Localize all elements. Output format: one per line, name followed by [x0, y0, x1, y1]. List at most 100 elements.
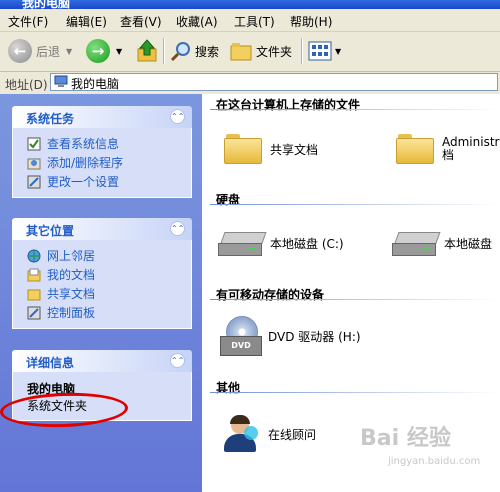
address-label: 地址(D)	[5, 78, 48, 92]
dvd-badge: DVD	[220, 336, 262, 356]
hard-disk-icon	[218, 230, 267, 256]
address-value: 我的电脑	[71, 77, 120, 91]
forward-button[interactable]: → ▼	[86, 38, 122, 64]
details-panel: 详细信息 ⌃⌃ 我的电脑 系统文件夹	[12, 350, 192, 421]
forward-arrow-icon: →	[86, 39, 110, 63]
place-label: 网上邻居	[47, 249, 96, 263]
menu-edit[interactable]: 编辑(E)	[66, 13, 107, 30]
details-header[interactable]: 详细信息 ⌃⌃	[12, 350, 192, 372]
add-remove-programs-icon	[27, 158, 41, 169]
search-button[interactable]: 搜索	[170, 38, 219, 64]
control-panel-icon	[27, 175, 41, 188]
section-stored-files: 在这台计算机上存储的文件	[216, 98, 361, 112]
collapse-chevron-icon[interactable]: ⌃⌃	[170, 221, 185, 236]
control-panel-icon	[27, 306, 41, 319]
up-folder-icon	[137, 39, 157, 62]
menu-view[interactable]: 查看(V)	[120, 13, 162, 30]
address-bar: 地址(D) 我的电脑	[0, 72, 500, 95]
task-pane: 系统任务 ⌃⌃ 查看系统信息 添加/删除程序 更改一个设置 其它位置 ⌃⌃ 网上…	[0, 94, 202, 492]
task-label: 更改一个设置	[47, 175, 120, 189]
admin-documents-folder[interactable]: Administra 档	[396, 134, 500, 164]
back-button[interactable]: ← 后退 ▼	[8, 38, 72, 64]
online-advisor[interactable]: 在线顾问	[220, 414, 316, 454]
task-view-system-info[interactable]: 查看系统信息	[13, 134, 191, 153]
other-places-header[interactable]: 其它位置 ⌃⌃	[12, 218, 192, 240]
system-info-icon	[27, 137, 41, 150]
task-label: 查看系统信息	[47, 137, 120, 151]
system-tasks-body: 查看系统信息 添加/删除程序 更改一个设置	[12, 128, 192, 198]
search-icon	[170, 42, 190, 62]
section-hard-disks: 硬盘	[216, 193, 241, 207]
forward-dropdown-icon[interactable]: ▼	[116, 47, 122, 56]
watermark-url: jingyan.baidu.com	[388, 456, 481, 467]
place-my-documents[interactable]: 我的文档	[13, 265, 191, 284]
views-dropdown-icon: ▼	[335, 46, 342, 56]
folders-button[interactable]: 文件夹	[230, 38, 292, 64]
other-places-title: 其它位置	[26, 224, 75, 238]
back-label: 后退	[36, 44, 61, 59]
shared-documents-folder[interactable]: 共享文档	[224, 134, 318, 164]
watermark-logo: Bai 经验	[360, 426, 451, 451]
task-change-setting[interactable]: 更改一个设置	[13, 172, 191, 191]
title-bar: 我的电脑	[0, 0, 500, 9]
collapse-chevron-icon[interactable]: ⌃⌃	[170, 109, 185, 124]
toolbar-separator	[301, 38, 303, 64]
place-label: 控制面板	[47, 306, 96, 320]
menu-help[interactable]: 帮助(H)	[290, 13, 332, 30]
dvd-drive[interactable]: DVD DVD 驱动器 (H:)	[220, 316, 361, 356]
system-tasks-title: 系统任务	[26, 112, 75, 126]
window-title: 我的电脑	[22, 0, 71, 9]
item-label: 本地磁盘 (C:)	[270, 236, 344, 251]
online-advisor-icon	[220, 414, 260, 454]
item-label: 在线顾问	[268, 427, 317, 442]
dvd-drive-icon: DVD	[220, 316, 262, 356]
up-folder-button[interactable]	[136, 38, 158, 64]
folder-icon	[396, 134, 434, 164]
place-shared-documents[interactable]: 共享文档	[13, 284, 191, 303]
back-arrow-icon: ←	[8, 39, 32, 63]
details-name: 我的电脑	[27, 382, 76, 396]
network-globe-icon	[27, 249, 41, 262]
item-label: DVD 驱动器 (H:)	[268, 329, 361, 344]
item-label: Administra 档	[442, 135, 500, 162]
collapse-chevron-icon[interactable]: ⌃⌃	[170, 353, 185, 368]
shared-folder-icon	[27, 289, 41, 300]
computer-icon	[54, 75, 68, 87]
place-network[interactable]: 网上邻居	[13, 246, 191, 265]
system-tasks-header[interactable]: 系统任务 ⌃⌃	[12, 106, 192, 128]
menu-tools[interactable]: 工具(T)	[234, 13, 275, 30]
details-body: 我的电脑 系统文件夹	[12, 372, 192, 421]
task-label: 添加/删除程序	[47, 156, 124, 170]
toolbar-separator	[163, 38, 165, 64]
back-dropdown-icon[interactable]: ▼	[66, 47, 72, 56]
views-button[interactable]: ▼	[308, 38, 341, 64]
place-label: 我的文档	[47, 268, 96, 282]
place-control-panel[interactable]: 控制面板	[13, 303, 191, 322]
section-other: 其他	[216, 381, 241, 395]
folder-icon	[230, 43, 252, 61]
section-divider	[210, 109, 500, 110]
task-add-remove-programs[interactable]: 添加/删除程序	[13, 153, 191, 172]
address-input[interactable]: 我的电脑	[50, 73, 498, 91]
section-divider	[210, 204, 500, 205]
item-label: 共享文档	[270, 142, 319, 157]
local-disk-d[interactable]: 本地磁盘	[392, 230, 492, 256]
folders-label: 文件夹	[256, 44, 293, 59]
place-label: 共享文档	[47, 287, 96, 301]
content-pane: 在这台计算机上存储的文件 共享文档 Administra 档 硬盘 本地磁盘 (…	[202, 94, 500, 492]
section-divider	[210, 299, 500, 300]
hard-disk-icon	[392, 230, 441, 256]
toolbar: ← 后退 ▼ → ▼ 搜索 文件夹 ▼	[0, 32, 500, 72]
folder-icon	[224, 134, 262, 164]
details-title: 详细信息	[26, 356, 75, 370]
local-disk-c[interactable]: 本地磁盘 (C:)	[218, 230, 344, 256]
system-tasks-panel: 系统任务 ⌃⌃ 查看系统信息 添加/删除程序 更改一个设置	[12, 106, 192, 198]
menu-file[interactable]: 文件(F)	[8, 13, 48, 30]
section-removable: 有可移动存储的设备	[216, 288, 325, 302]
other-places-body: 网上邻居 我的文档 共享文档 控制面板	[12, 240, 192, 329]
menu-favorites[interactable]: 收藏(A)	[176, 13, 218, 30]
search-label: 搜索	[195, 44, 220, 59]
views-grid-icon	[308, 41, 332, 61]
item-label: 本地磁盘	[444, 236, 493, 251]
section-divider	[210, 392, 500, 393]
